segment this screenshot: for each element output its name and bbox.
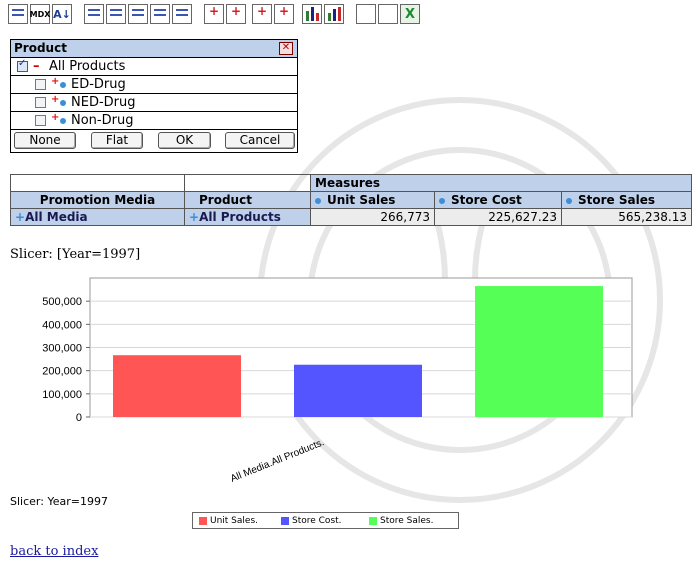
flat-button[interactable]: Flat <box>91 132 143 149</box>
show-properties-icon[interactable] <box>128 4 148 24</box>
measures-header: Measures <box>310 174 692 192</box>
expand-icon[interactable]: + <box>51 112 59 123</box>
excel-export-icon[interactable]: X <box>400 4 420 24</box>
table-view-icon[interactable] <box>8 4 28 24</box>
measure-label: Store Sales <box>578 193 655 207</box>
suppress-empty-icon[interactable] <box>150 4 170 24</box>
empty-corner <box>10 174 185 192</box>
panel-button-row: None Flat OK Cancel <box>11 130 297 152</box>
tree-item-ed-drug[interactable]: + ED-Drug <box>11 76 297 94</box>
hide-spans-icon[interactable] <box>106 4 126 24</box>
slicer-text: Slicer: [Year=1997] <box>10 247 141 262</box>
value-store-sales: 565,238.13 <box>561 208 692 226</box>
non-drug-checkbox[interactable] <box>35 115 46 126</box>
expand-icon[interactable]: + <box>51 76 59 87</box>
chart-slicer-text: Slicer: Year=1997 <box>10 495 108 508</box>
y-tick-label: 200,000 <box>42 366 82 378</box>
y-tick-label: 300,000 <box>42 343 82 355</box>
tree-item-all-products[interactable]: – All Products <box>11 58 297 76</box>
column-header-store-cost[interactable]: Store Cost <box>434 191 562 209</box>
y-tick-label: 400,000 <box>42 319 82 331</box>
sort-dot-icon[interactable] <box>566 197 572 204</box>
column-header-unit-sales[interactable]: Unit Sales <box>310 191 435 209</box>
value-unit-sales: 266,773 <box>310 208 435 226</box>
y-tick-label: 100,000 <box>42 389 82 401</box>
bar-unit-sales <box>113 355 241 417</box>
expand-icon[interactable]: + <box>51 94 59 105</box>
legend-label: Store Sales. <box>380 516 434 526</box>
y-tick-label: 500,000 <box>42 296 82 308</box>
swap-axes-icon[interactable] <box>172 4 192 24</box>
legend-label: Store Cost. <box>292 516 342 526</box>
column-header-promotion-media: Promotion Media <box>10 191 185 209</box>
plot-area <box>89 277 633 418</box>
tree-item-label: ED-Drug <box>71 77 126 92</box>
cancel-button[interactable]: Cancel <box>225 132 295 149</box>
panel-title: Product <box>14 41 67 55</box>
ed-drug-checkbox[interactable] <box>35 79 46 90</box>
table-row: +All Media +All Products 266,773 225,627… <box>10 208 692 226</box>
member-dot-icon <box>60 118 66 124</box>
pivot-table: Measures Promotion Media Product Unit Sa… <box>10 174 692 226</box>
drill-member-icon[interactable]: + <box>204 4 224 24</box>
row-label: All Products <box>199 210 281 224</box>
chart-config-icon[interactable] <box>324 4 344 24</box>
product-selector-panel: Product ✕ – All Products + ED-Drug + NED… <box>10 39 298 153</box>
row-label: All Media <box>25 210 88 224</box>
sort-icon[interactable]: A↓ <box>52 4 72 24</box>
tree-item-label: NED-Drug <box>71 95 136 110</box>
chart-legend: Unit Sales. Store Cost. Store Sales. <box>192 512 459 529</box>
row-header-all-products[interactable]: +All Products <box>184 208 311 226</box>
toolbar: MDX A↓ + + + + X <box>8 4 648 26</box>
tree-item-ned-drug[interactable]: + NED-Drug <box>11 94 297 112</box>
legend-swatch <box>369 516 377 525</box>
member-dot-icon <box>60 100 66 106</box>
bar-store-cost <box>294 364 422 417</box>
tree-item-non-drug[interactable]: + Non-Drug <box>11 112 297 130</box>
drill-through-icon[interactable]: + <box>274 4 294 24</box>
expand-arrow-icon[interactable]: + <box>15 210 25 224</box>
legend-item: Unit Sales. <box>199 516 258 526</box>
tree-item-label: Non-Drug <box>71 113 134 128</box>
measure-label: Store Cost <box>451 193 522 207</box>
empty-corner <box>184 174 311 192</box>
panel-header: Product ✕ <box>11 40 297 58</box>
x-category-label: All Media.All Products. <box>229 437 326 485</box>
print-icon[interactable] <box>378 4 398 24</box>
bar-store-sales <box>475 286 603 417</box>
ok-button[interactable]: OK <box>158 132 211 149</box>
watermark-seal <box>257 97 663 503</box>
row-header-all-media[interactable]: +All Media <box>10 208 185 226</box>
drill-replace-icon[interactable]: + <box>252 4 272 24</box>
sort-dot-icon[interactable] <box>315 197 321 204</box>
legend-label: Unit Sales. <box>210 516 258 526</box>
column-header-store-sales[interactable]: Store Sales <box>561 191 692 209</box>
legend-swatch <box>199 516 207 525</box>
tree-item-label: All Products <box>49 59 126 74</box>
legend-swatch <box>281 516 289 525</box>
mdx-button[interactable]: MDX <box>30 4 50 24</box>
drill-position-icon[interactable]: + <box>226 4 246 24</box>
show-parent-icon[interactable] <box>84 4 104 24</box>
back-to-index-link[interactable]: back to index <box>10 544 98 559</box>
ned-drug-checkbox[interactable] <box>35 97 46 108</box>
legend-item: Store Cost. <box>281 516 342 526</box>
expand-arrow-icon[interactable]: + <box>189 210 199 224</box>
legend-item: Store Sales. <box>369 516 433 526</box>
measure-label: Unit Sales <box>327 193 396 207</box>
value-store-cost: 225,627.23 <box>434 208 562 226</box>
y-tick-label: 0 <box>76 412 82 424</box>
none-button[interactable]: None <box>14 132 76 149</box>
sort-dot-icon[interactable] <box>439 197 445 204</box>
chart-icon[interactable] <box>302 4 322 24</box>
column-header-product: Product <box>184 191 311 209</box>
close-icon[interactable]: ✕ <box>279 42 293 55</box>
all-products-checkbox[interactable] <box>17 58 28 72</box>
print-config-icon[interactable] <box>356 4 376 24</box>
collapse-icon[interactable]: – <box>33 58 40 76</box>
member-dot-icon <box>60 82 66 88</box>
